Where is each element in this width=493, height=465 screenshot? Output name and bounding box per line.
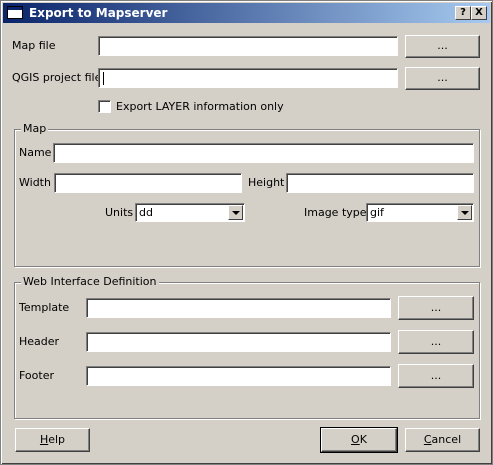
map-file-label: Map file	[12, 39, 56, 52]
title-bar[interactable]: Export to Mapserver ? X	[3, 3, 490, 23]
window-title: Export to Mapserver	[29, 6, 168, 20]
export-layer-only-label: Export LAYER information only	[116, 100, 284, 113]
help-button[interactable]: Help	[15, 428, 90, 452]
ok-rest: K	[359, 433, 367, 446]
map-height-input[interactable]	[286, 173, 474, 193]
text-caret	[103, 72, 104, 85]
footer-input[interactable]	[86, 366, 391, 386]
qgis-project-browse-button[interactable]: ...	[405, 67, 480, 90]
ok-accel: O	[351, 433, 360, 446]
dropdown-arrow-icon[interactable]	[457, 205, 472, 220]
image-type-label: Image type	[304, 206, 367, 219]
template-label: Template	[19, 301, 70, 314]
export-dialog: Export to Mapserver ? X Map file ... QGI…	[0, 0, 493, 465]
template-browse-button[interactable]: ...	[398, 296, 474, 320]
header-label: Header	[19, 335, 60, 348]
cancel-button[interactable]: Cancel	[405, 428, 480, 452]
height-label: Height	[248, 176, 285, 189]
window-icon	[7, 6, 23, 19]
header-browse-button[interactable]: ...	[398, 330, 474, 354]
footer-browse-button[interactable]: ...	[398, 364, 474, 388]
image-type-select[interactable]: gif	[366, 203, 474, 222]
help-accel: H	[39, 433, 49, 446]
map-file-input[interactable]	[98, 36, 398, 56]
units-label: Units	[105, 206, 134, 219]
dropdown-arrow-icon[interactable]	[228, 205, 243, 220]
qgis-project-file-label: QGIS project file	[12, 71, 102, 84]
map-group-title: Map	[21, 122, 49, 136]
close-icon[interactable]: X	[471, 6, 487, 20]
ok-button[interactable]: OK	[320, 427, 398, 453]
map-file-browse-button[interactable]: ...	[405, 35, 480, 58]
map-name-input[interactable]	[53, 143, 474, 163]
help-icon[interactable]: ?	[455, 6, 471, 20]
cancel-rest: ancel	[431, 433, 462, 446]
units-select[interactable]: dd	[135, 203, 245, 222]
template-input[interactable]	[86, 298, 391, 318]
cancel-accel: C	[423, 433, 432, 446]
width-label: Width	[19, 176, 51, 189]
help-rest: elp	[48, 433, 66, 446]
qgis-project-file-input[interactable]	[98, 68, 398, 88]
name-label: Name	[19, 146, 52, 159]
web-interface-group-title: Web Interface Definition	[21, 275, 159, 289]
units-value: dd	[139, 206, 153, 219]
export-layer-only-checkbox[interactable]	[98, 100, 111, 113]
footer-label: Footer	[19, 369, 54, 382]
map-width-input[interactable]	[54, 173, 242, 193]
image-type-value: gif	[370, 206, 384, 219]
header-input[interactable]	[86, 332, 391, 352]
